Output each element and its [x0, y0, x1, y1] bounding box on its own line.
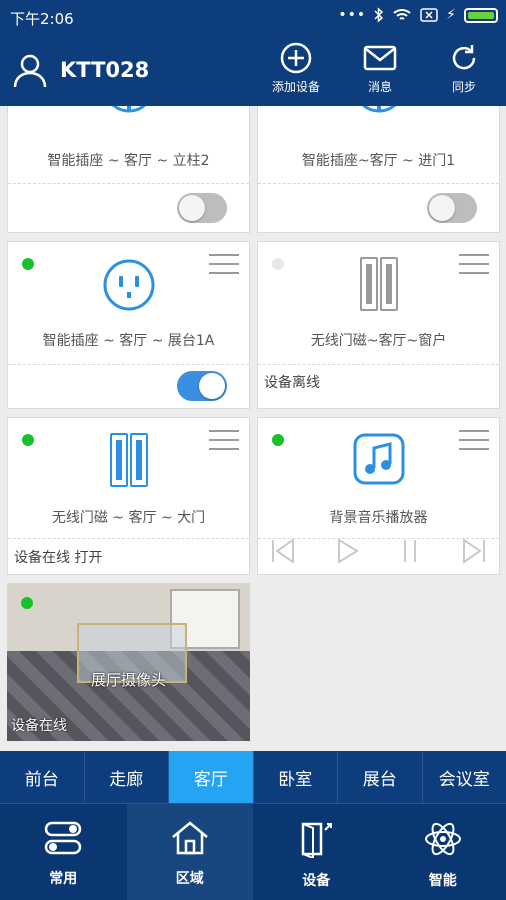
divider — [258, 364, 499, 365]
device-name: 无线门磁 ~ 客厅 ~ 大门 — [51, 510, 206, 526]
device-card[interactable]: 无线门磁 ~ 客厅 ~ 大门 设备在线 打开 — [7, 417, 250, 575]
divider — [8, 364, 249, 365]
atom-icon — [424, 822, 461, 856]
messages-label: 消息 — [367, 80, 392, 94]
status-time: 下午2:06 — [10, 10, 74, 28]
nav-label: 区域 — [175, 871, 204, 887]
divider — [8, 183, 249, 184]
device-card[interactable]: 智能插座~客厅 ~ 进门1 — [257, 106, 500, 233]
battery-icon — [464, 7, 498, 23]
bluetooth-icon — [374, 7, 384, 23]
device-status: 设备离线 — [264, 375, 320, 391]
device-card[interactable]: 无线门磁~客厅~窗户 设备离线 — [257, 241, 500, 409]
home-icon — [171, 821, 208, 855]
smart-plug-icon — [361, 106, 396, 113]
smart-plug-icon — [103, 259, 154, 311]
device-card[interactable]: 智能插座 ~ 客厅 ~ 展台1A — [7, 241, 250, 409]
camera-name: 展厅摄像头 — [90, 671, 166, 689]
device-card[interactable]: 背景音乐播放器 — [257, 417, 500, 575]
username: KTT028 — [60, 58, 150, 82]
next-icon[interactable] — [461, 538, 487, 564]
user-profile[interactable]: KTT028 — [12, 52, 149, 88]
previous-icon[interactable] — [270, 538, 296, 564]
offline-indicator — [272, 258, 284, 270]
menu-icon[interactable] — [459, 430, 489, 452]
wifi-icon — [393, 9, 411, 20]
divider — [8, 538, 249, 539]
room-tabs: 前台 走廊 客厅 卧室 展台 会议室 — [0, 751, 506, 803]
device-name: 智能插座 ~ 客厅 ~ 展台1A — [42, 333, 215, 349]
menu-icon[interactable] — [209, 254, 239, 276]
room-tab[interactable]: 展台 — [338, 751, 423, 803]
room-tab[interactable]: 会议室 — [423, 751, 506, 803]
online-indicator — [21, 597, 33, 609]
status-bar: 下午2:06 ••• ⚡ — [0, 0, 506, 36]
online-indicator — [272, 434, 284, 446]
device-name: 无线门磁~客厅~窗户 — [310, 333, 447, 349]
device-card[interactable]: 智能插座 ~ 客厅 ~ 立柱2 — [7, 106, 250, 233]
app-header: KTT028 添加设备 消息 同步 — [0, 36, 506, 106]
nav-label: 智能 — [428, 873, 457, 889]
user-icon — [13, 54, 47, 88]
player-controls — [270, 536, 487, 566]
toggle-icon — [45, 821, 82, 855]
device-name: 背景音乐播放器 — [329, 510, 428, 526]
sync-label: 同步 — [451, 80, 476, 94]
nav-label: 设备 — [302, 873, 331, 889]
device-status: 设备在线 打开 — [14, 550, 103, 566]
device-name: 智能插座 ~ 客厅 ~ 立柱2 — [47, 153, 210, 169]
music-icon — [353, 433, 404, 485]
add-device-button[interactable]: 添加设备 — [261, 42, 331, 95]
sim-icon — [420, 8, 438, 22]
nav-devices[interactable]: 设备 — [253, 804, 380, 900]
nav-label: 常用 — [49, 871, 78, 887]
room-tab-active[interactable]: 客厅 — [169, 751, 254, 803]
mail-icon — [363, 45, 397, 71]
nav-area[interactable]: 区域 — [126, 804, 253, 900]
room-tab[interactable]: 走廊 — [85, 751, 169, 803]
bottom-nav: 常用 区域 设备 智能 — [0, 803, 506, 900]
menu-icon[interactable] — [209, 430, 239, 452]
online-indicator — [22, 258, 34, 270]
device-name: 智能插座~客厅 ~ 进门1 — [301, 153, 456, 169]
room-tab[interactable]: 卧室 — [254, 751, 338, 803]
nav-common[interactable]: 常用 — [0, 804, 127, 900]
door-icon — [302, 822, 333, 858]
sync-icon — [452, 45, 476, 70]
dots-icon: ••• — [338, 7, 367, 23]
power-toggle[interactable] — [427, 193, 477, 223]
sync-button[interactable]: 同步 — [429, 42, 499, 95]
camera-status: 设备在线 — [11, 718, 67, 734]
messages-button[interactable]: 消息 — [345, 42, 415, 95]
smart-plug-icon — [111, 106, 146, 113]
charging-icon: ⚡ — [446, 7, 456, 23]
add-device-label: 添加设备 — [271, 80, 320, 94]
pause-icon[interactable] — [397, 538, 423, 564]
power-toggle[interactable] — [177, 371, 227, 401]
menu-icon[interactable] — [459, 254, 489, 276]
door-sensor-icon — [109, 433, 148, 487]
play-icon[interactable] — [334, 538, 360, 564]
nav-smart[interactable]: 智能 — [380, 804, 506, 900]
online-indicator — [22, 434, 34, 446]
door-sensor-icon — [359, 257, 398, 311]
status-icons: ••• ⚡ — [338, 7, 498, 23]
device-grid: 智能插座 ~ 客厅 ~ 立柱2 智能插座~客厅 ~ 进门1 智能插座 ~ 客厅 … — [0, 106, 506, 751]
camera-tile[interactable]: 展厅摄像头 设备在线 — [7, 583, 250, 741]
add-circle-icon — [280, 42, 312, 74]
room-tab[interactable]: 前台 — [0, 751, 85, 803]
divider — [258, 183, 499, 184]
power-toggle[interactable] — [177, 193, 227, 223]
